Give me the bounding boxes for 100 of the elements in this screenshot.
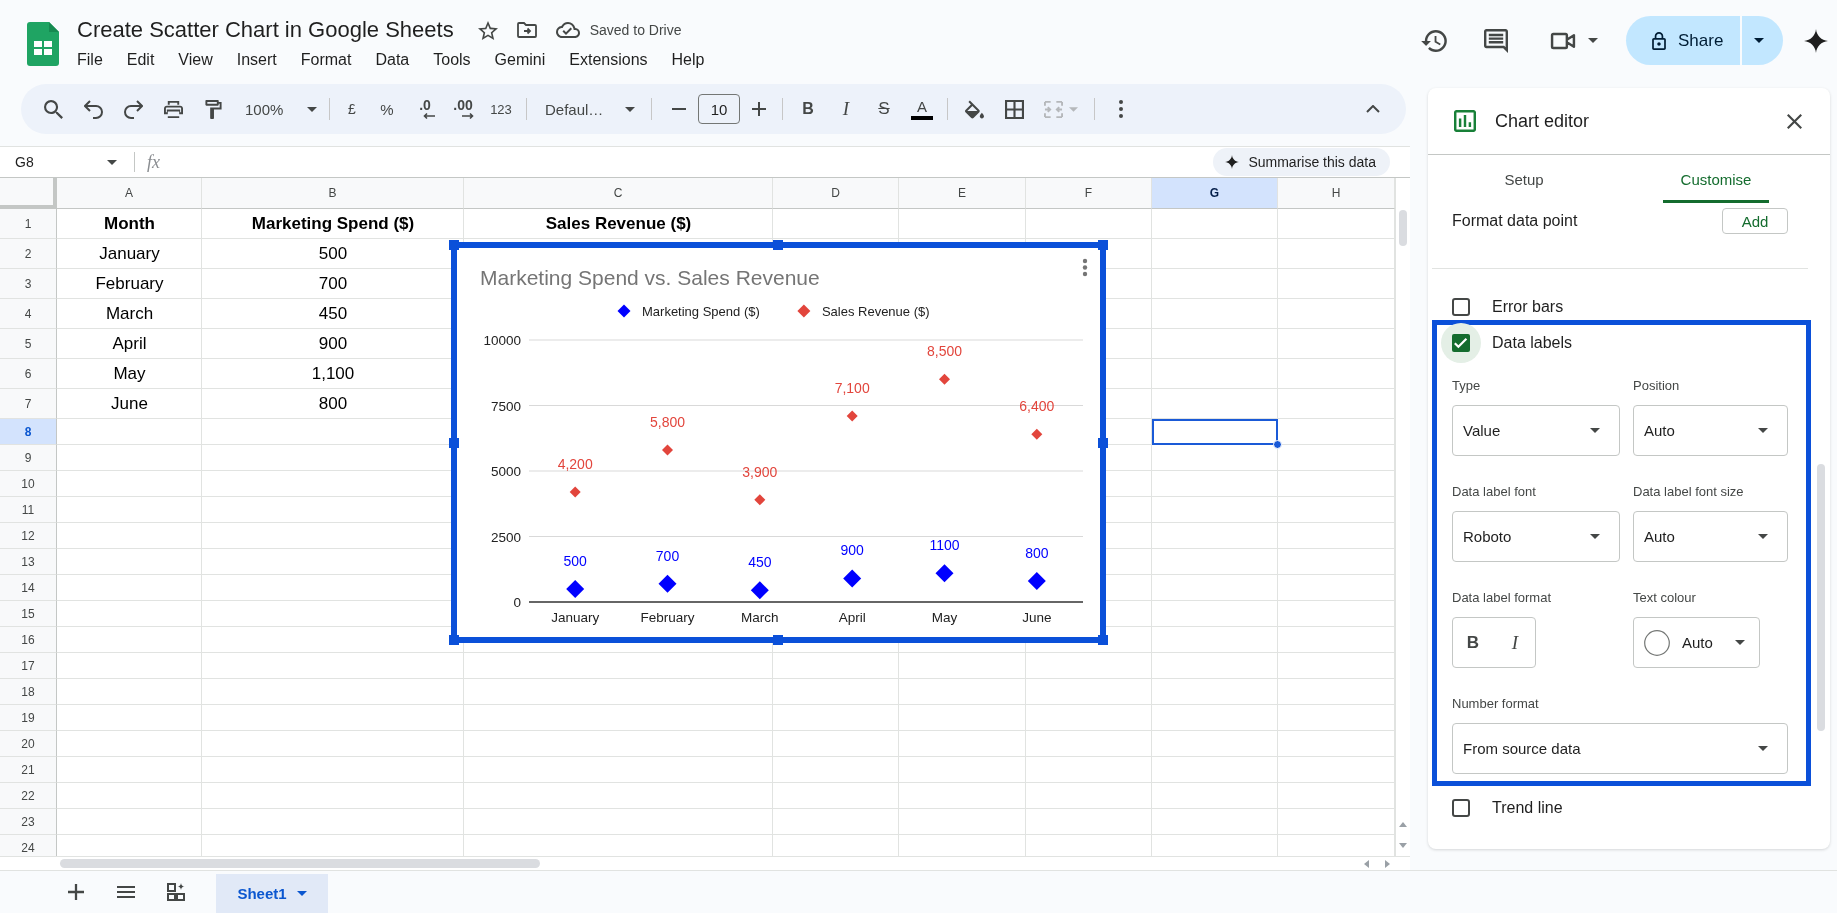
scrollbar-thumb[interactable] xyxy=(1399,210,1407,246)
dropdown[interactable]: Roboto xyxy=(1452,511,1620,562)
column-header[interactable]: B xyxy=(202,178,464,209)
menu-item[interactable]: Edit xyxy=(120,46,161,72)
more-vert-icon[interactable] xyxy=(1119,100,1123,118)
number-format-button[interactable]: 123 xyxy=(484,93,518,125)
column-header[interactable]: A xyxy=(57,178,202,209)
row-header[interactable]: 21 xyxy=(0,757,57,783)
scroll-right-icon[interactable] xyxy=(1385,859,1390,868)
row-header[interactable]: 7 xyxy=(0,389,57,419)
history-icon[interactable] xyxy=(1421,29,1447,52)
scroll-up-icon[interactable] xyxy=(1399,822,1407,827)
chart[interactable]: Marketing Spend vs. Sales Revenue Marketing Spend ($) Sales Revenue ($) 0 2500 5000 7500 10000 January February March April May June 500 700 450 900 1100 800 4,200 5,800 3,900 7,100 8,500 6,400 xyxy=(451,242,1106,643)
menu-item[interactable]: Gemini xyxy=(488,46,552,72)
scrollbar-thumb[interactable] xyxy=(60,859,540,868)
font-size-field[interactable]: 10 xyxy=(698,94,740,124)
strikethrough-button[interactable]: S xyxy=(867,93,901,125)
row-header[interactable]: 17 xyxy=(0,653,57,679)
row-header[interactable]: 12 xyxy=(0,523,57,549)
row-header[interactable]: 6 xyxy=(0,359,57,389)
row-header[interactable]: 14 xyxy=(0,575,57,601)
folder-icon[interactable] xyxy=(516,22,537,38)
percent-button[interactable]: % xyxy=(370,93,404,125)
menu-icon[interactable] xyxy=(117,886,135,898)
comment-icon[interactable] xyxy=(1484,28,1508,53)
menu-item[interactable]: Insert xyxy=(230,46,283,72)
merge-cells-icon[interactable] xyxy=(1044,99,1063,119)
column-header[interactable]: E xyxy=(899,178,1026,209)
row-header[interactable]: 18 xyxy=(0,679,57,705)
row-header[interactable]: 11 xyxy=(0,497,57,523)
fill-handle[interactable] xyxy=(1273,440,1282,449)
row-header[interactable]: 20 xyxy=(0,731,57,757)
name-box[interactable]: G8 xyxy=(0,148,120,176)
row-header[interactable]: 19 xyxy=(0,705,57,731)
summarise-button[interactable]: Summarise this data xyxy=(1213,148,1390,176)
paint-roller-icon[interactable] xyxy=(203,99,223,119)
zoom-dropdown[interactable]: 100% xyxy=(235,93,321,125)
scroll-left-icon[interactable] xyxy=(1364,859,1369,868)
menu-item[interactable]: Tools xyxy=(427,46,477,72)
menu-item[interactable]: File xyxy=(71,46,109,72)
font-dropdown[interactable]: Defaul… xyxy=(535,93,639,125)
borders-icon[interactable] xyxy=(1004,99,1024,119)
checkbox-label[interactable]: Data labels xyxy=(1492,334,1573,352)
column-header[interactable]: C xyxy=(464,178,773,209)
share-button[interactable]: Share xyxy=(1626,16,1740,65)
row-header[interactable]: 16 xyxy=(0,627,57,653)
dropdown[interactable]: From source data xyxy=(1452,723,1788,774)
more-options-icon[interactable] xyxy=(1082,258,1088,277)
plus-icon[interactable] xyxy=(752,102,766,116)
add-button[interactable]: Add xyxy=(1722,208,1788,234)
checkbox-label[interactable]: Trend line xyxy=(1492,799,1563,817)
video-camera-icon[interactable] xyxy=(1550,31,1576,50)
checkbox-label[interactable]: Error bars xyxy=(1492,298,1564,316)
row-header[interactable]: 10 xyxy=(0,471,57,497)
italic-button[interactable]: I xyxy=(829,93,863,125)
row-header[interactable]: 8 xyxy=(0,419,57,445)
row-header[interactable]: 1 xyxy=(0,209,57,239)
italic-button[interactable]: I xyxy=(1500,627,1530,658)
row-header[interactable]: 5 xyxy=(0,329,57,359)
menu-item[interactable]: Data xyxy=(369,46,416,72)
column-header[interactable]: D xyxy=(773,178,899,209)
search-icon[interactable] xyxy=(43,99,63,119)
tab[interactable]: Customise xyxy=(1662,155,1770,203)
row-header[interactable]: 13 xyxy=(0,549,57,575)
currency-button[interactable]: £ xyxy=(338,93,366,125)
menu-item[interactable]: View xyxy=(172,46,219,72)
paint-bucket-icon[interactable] xyxy=(964,99,984,119)
increase-decimal-button[interactable]: .00 xyxy=(446,93,480,125)
plus-icon[interactable] xyxy=(68,884,84,900)
dropdown[interactable]: Auto xyxy=(1633,405,1788,456)
redo-icon[interactable] xyxy=(123,99,143,119)
row-header[interactable]: 22 xyxy=(0,783,57,809)
checkbox[interactable] xyxy=(1452,298,1470,316)
caret-icon[interactable] xyxy=(1588,38,1598,43)
close-icon[interactable] xyxy=(1787,113,1802,129)
dropdown[interactable]: Value xyxy=(1452,405,1620,456)
undo-icon[interactable] xyxy=(83,99,103,119)
bold-button[interactable]: B xyxy=(791,93,825,125)
bold-button[interactable]: B xyxy=(1458,627,1488,658)
checkbox[interactable] xyxy=(1452,799,1470,817)
menu-item[interactable]: Format xyxy=(294,46,358,72)
scrollbar-thumb[interactable] xyxy=(1817,464,1825,731)
row-header[interactable]: 3 xyxy=(0,269,57,299)
sheet-tab[interactable]: Sheet1 xyxy=(216,874,328,913)
row-header[interactable]: 24 xyxy=(0,835,57,856)
row-header[interactable]: 9 xyxy=(0,445,57,471)
column-header[interactable]: G xyxy=(1152,178,1278,209)
dropdown[interactable]: Auto xyxy=(1633,511,1788,562)
decrease-decimal-button[interactable]: .0 xyxy=(408,93,442,125)
star-icon[interactable] xyxy=(477,20,498,40)
column-header[interactable]: F xyxy=(1026,178,1152,209)
sparkle-icon[interactable] xyxy=(1804,28,1828,53)
chevron-up-icon[interactable] xyxy=(1366,105,1380,113)
colour-dropdown[interactable]: Auto xyxy=(1633,617,1760,668)
checkbox[interactable] xyxy=(1441,323,1481,363)
row-header[interactable]: 2 xyxy=(0,239,57,269)
row-header[interactable]: 23 xyxy=(0,809,57,835)
row-header[interactable]: 15 xyxy=(0,601,57,627)
row-header[interactable]: 4 xyxy=(0,299,57,329)
scroll-down-icon[interactable] xyxy=(1399,843,1407,848)
